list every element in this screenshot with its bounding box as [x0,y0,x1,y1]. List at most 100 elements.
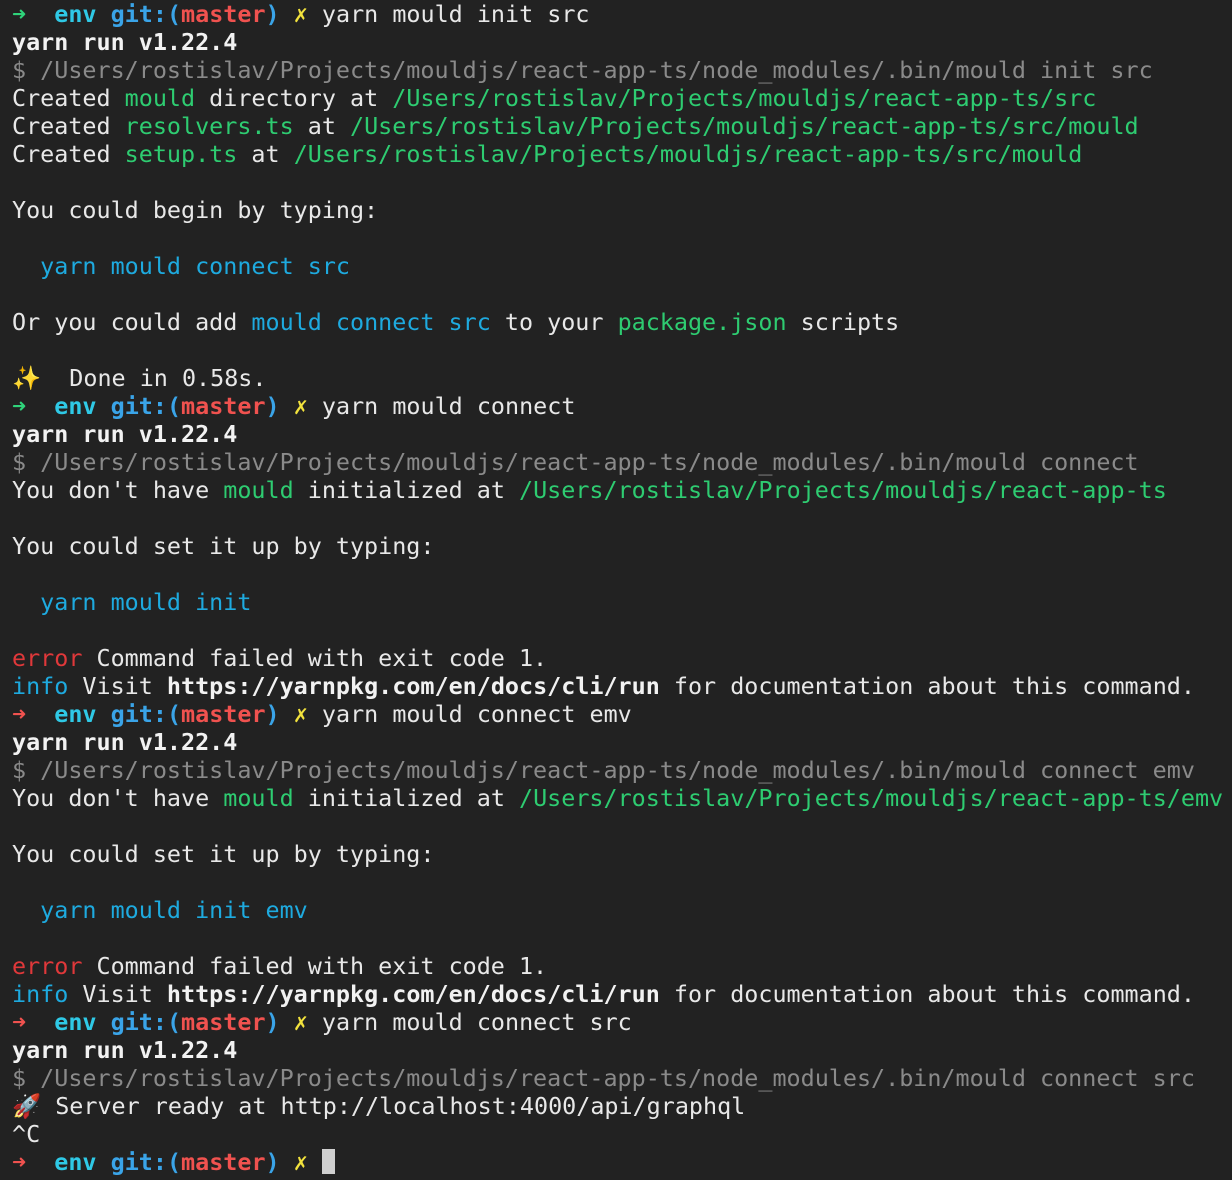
prompt-git-label: git: [110,0,167,28]
prompt-git-label: git: [110,392,167,420]
output-text: Done in 0.58s. [41,364,267,392]
output-line: $ /Users/rostislav/Projects/mouldjs/reac… [12,756,1232,784]
output-text: resolvers.ts [124,112,294,140]
prompt-git-branch: master [181,392,266,420]
prompt-line: ➜ env git:(master) ✗ yarn mould connect … [12,1008,1232,1036]
output-text: initialized at [293,476,519,504]
output-text: at [293,112,351,140]
output-text: mould [223,476,294,504]
output-line: You could set it up by typing: [12,840,1232,868]
prompt-paren-close: ) [265,0,280,28]
output-line: yarn mould init [12,588,1232,616]
output-text: You could set it up by typing: [12,840,435,868]
prompt-paren-open: ( [166,1148,182,1176]
output-line: error Command failed with exit code 1. [12,644,1232,672]
output-line: yarn run v1.22.4 [12,28,1232,56]
prompt-arrow-icon: ➜ [12,1008,27,1036]
output-line: You could begin by typing: [12,196,1232,224]
output-text: $ /Users/rostislav/Projects/mouldjs/reac… [12,1064,1195,1092]
prompt-dirty-icon: ✗ [293,700,308,728]
output-text: yarn run v1.22.4 [12,420,238,448]
prompt-line: ➜ env git:(master) ✗ [12,1148,1232,1176]
output-text: Created [12,112,125,140]
output-line: You could set it up by typing: [12,532,1232,560]
prompt-paren-close: ) [265,700,280,728]
output-text: Visit [68,980,167,1008]
output-text: for documentation about this command. [659,672,1195,700]
prompt-arrow-icon: ➜ [12,0,27,28]
output-text: Command failed with exit code 1. [82,644,548,672]
output-text: /Users/rostislav/Projects/mouldjs/react-… [293,140,1083,168]
output-line: You don't have mould initialized at /Use… [12,476,1232,504]
output-line: yarn run v1.22.4 [12,420,1232,448]
output-line: Created resolvers.ts at /Users/rostislav… [12,112,1232,140]
prompt-git-label: git: [110,700,167,728]
output-line: You don't have mould initialized at /Use… [12,784,1232,812]
prompt-git-label: git: [110,1148,167,1176]
prompt-paren-close: ) [265,392,280,420]
output-line: yarn run v1.22.4 [12,1036,1232,1064]
output-text: https://yarnpkg.com/en/docs/cli/run [166,980,660,1008]
typed-command: yarn mould init src [321,0,590,28]
output-text: /Users/rostislav/Projects/mouldjs/react-… [392,84,1097,112]
typed-command: yarn mould connect emv [321,700,632,728]
output-text: Server ready at http://localhost:4000/ap… [41,1092,746,1120]
prompt-directory: env [54,0,97,28]
output-text: for documentation about this command. [659,980,1195,1008]
output-text: ✨ [12,364,42,392]
prompt-arrow-icon: ➜ [12,1148,27,1176]
prompt-paren-close: ) [265,1008,280,1036]
output-text: yarn run v1.22.4 [12,28,238,56]
prompt-paren-open: ( [166,392,182,420]
typed-command: yarn mould connect src [321,1008,632,1036]
output-text: /Users/rostislav/Projects/mouldjs/react-… [519,476,1167,504]
prompt-directory: env [54,1008,97,1036]
text-cursor[interactable] [321,1149,335,1174]
output-text: Command failed with exit code 1. [82,952,548,980]
output-line: $ /Users/rostislav/Projects/mouldjs/reac… [12,56,1232,84]
output-text: to your [490,308,618,336]
prompt-arrow-icon: ➜ [12,700,27,728]
output-text: info [12,980,69,1008]
prompt-paren-close: ) [265,1148,280,1176]
output-text: yarn run v1.22.4 [12,728,238,756]
output-text: info [12,672,69,700]
output-text: Or you could add [12,308,252,336]
output-text: You could set it up by typing: [12,532,435,560]
output-line: yarn mould connect src [12,252,1232,280]
output-text: You could begin by typing: [12,196,379,224]
typed-command: yarn mould connect [321,392,576,420]
prompt-directory: env [54,392,97,420]
prompt-git-branch: master [181,700,266,728]
output-line: yarn run v1.22.4 [12,728,1232,756]
output-line: info Visit https://yarnpkg.com/en/docs/c… [12,672,1232,700]
output-text: /Users/rostislav/Projects/mouldjs/react-… [519,784,1224,812]
output-text: package.json [617,308,787,336]
output-line: yarn mould init emv [12,896,1232,924]
output-line: Created mould directory at /Users/rostis… [12,84,1232,112]
output-line: $ /Users/rostislav/Projects/mouldjs/reac… [12,448,1232,476]
output-text: Created [12,140,125,168]
output-text: ^C [12,1120,41,1148]
prompt-git-branch: master [181,0,266,28]
output-line: info Visit https://yarnpkg.com/en/docs/c… [12,980,1232,1008]
output-text: mould [124,84,196,112]
prompt-git-branch: master [181,1008,266,1036]
output-line: $ /Users/rostislav/Projects/mouldjs/reac… [12,1064,1232,1092]
output-text: Created [12,84,125,112]
terminal-window[interactable]: ➜ env git:(master) ✗ yarn mould init src… [0,0,1232,1180]
prompt-dirty-icon: ✗ [293,1008,308,1036]
output-text: https://yarnpkg.com/en/docs/cli/run [166,672,660,700]
prompt-directory: env [54,1148,97,1176]
output-text: error [12,644,83,672]
prompt-dirty-icon: ✗ [293,392,308,420]
prompt-line: ➜ env git:(master) ✗ yarn mould init src [12,0,1232,28]
output-text: /Users/rostislav/Projects/mouldjs/react-… [350,112,1139,140]
